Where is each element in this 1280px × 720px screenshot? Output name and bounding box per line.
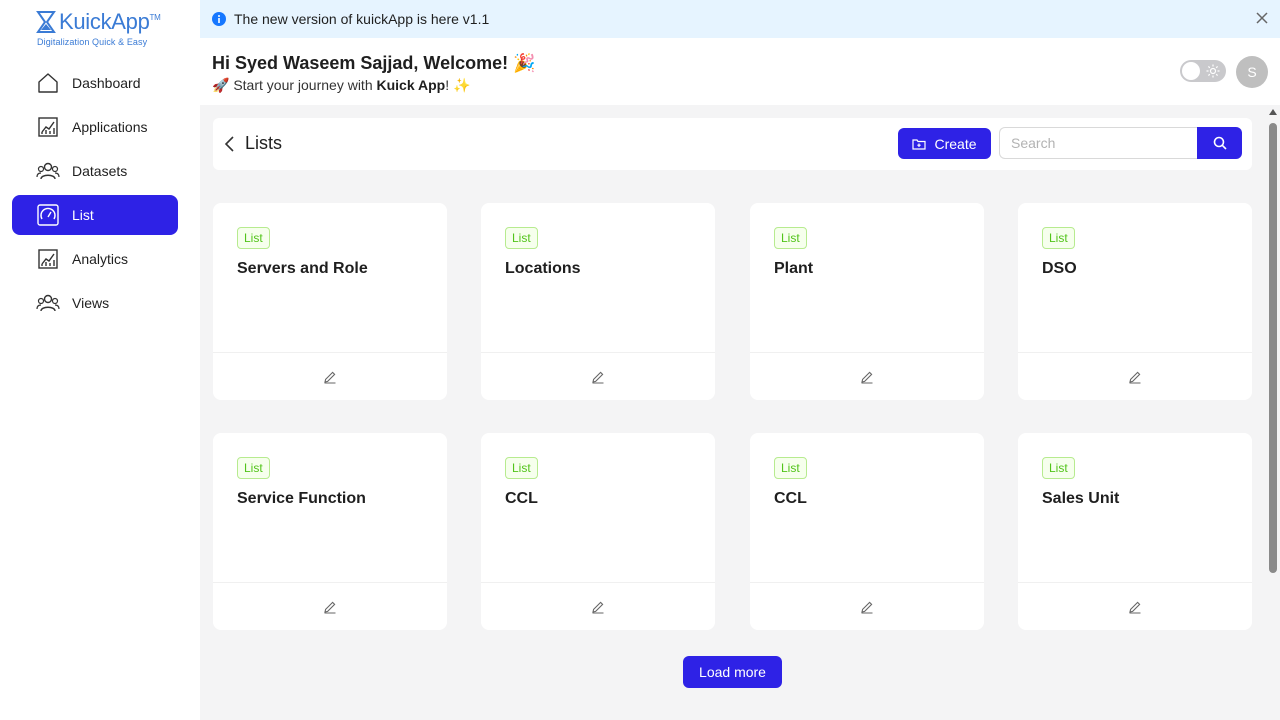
back-arrow-icon[interactable] — [223, 135, 237, 153]
list-tag: List — [774, 227, 807, 249]
edit-icon[interactable] — [1128, 600, 1142, 614]
list-card[interactable]: List Sales Unit — [1018, 433, 1252, 630]
create-label: Create — [934, 135, 977, 152]
list-tag: List — [237, 227, 270, 249]
card-footer — [481, 352, 715, 400]
chart-icon — [36, 115, 60, 139]
create-button[interactable]: Create — [898, 128, 991, 159]
list-card[interactable]: List CCL — [481, 433, 715, 630]
users-icon — [36, 291, 60, 315]
list-tag: List — [1042, 227, 1075, 249]
edit-icon[interactable] — [1128, 370, 1142, 384]
gauge-icon — [36, 203, 60, 227]
welcome-heading: Hi Syed Waseem Sajjad, Welcome! 🎉 — [212, 53, 536, 73]
list-card[interactable]: List CCL — [750, 433, 984, 630]
card-footer — [750, 582, 984, 630]
page-header: Hi Syed Waseem Sajjad, Welcome! 🎉 🚀 Star… — [200, 38, 1280, 105]
card-footer — [1018, 582, 1252, 630]
sidebar-nav: Dashboard Applications Datasets List Ana… — [12, 63, 178, 327]
sidebar-item-list[interactable]: List — [12, 195, 178, 235]
list-tag: List — [1042, 457, 1075, 479]
avatar[interactable]: S — [1236, 56, 1268, 88]
logo-name: KuickAppTM — [59, 9, 161, 34]
list-card[interactable]: List Service Function — [213, 433, 447, 630]
sidebar-item-label: List — [72, 207, 94, 223]
list-tag: List — [505, 227, 538, 249]
card-title: Locations — [505, 260, 581, 277]
sidebar-item-applications[interactable]: Applications — [12, 107, 178, 147]
toggle-knob — [1182, 62, 1200, 80]
list-tag: List — [505, 457, 538, 479]
sidebar-item-label: Views — [72, 295, 110, 311]
sidebar-item-label: Datasets — [72, 163, 128, 179]
sidebar-item-analytics[interactable]: Analytics — [12, 239, 178, 279]
scrollbar-thumb[interactable] — [1269, 123, 1277, 573]
card-footer — [1018, 352, 1252, 400]
search-input[interactable] — [999, 127, 1197, 159]
folder-add-icon — [912, 138, 927, 150]
sidebar: KuickAppTM Digitalization Quick & Easy D… — [0, 0, 200, 720]
users-icon — [36, 159, 60, 183]
sidebar-item-label: Applications — [72, 119, 148, 135]
card-title: Plant — [774, 260, 814, 277]
logo[interactable]: KuickAppTM Digitalization Quick & Easy — [36, 9, 166, 49]
list-card[interactable]: List Locations — [481, 203, 715, 400]
edit-icon[interactable] — [323, 600, 337, 614]
announcement-banner: The new version of kuickApp is here v1.1 — [200, 0, 1280, 38]
welcome-subtitle: 🚀 Start your journey with Kuick App! ✨ — [212, 77, 471, 93]
list-tag: List — [237, 457, 270, 479]
card-title: DSO — [1042, 260, 1077, 277]
close-icon[interactable] — [1256, 12, 1268, 24]
banner-text: The new version of kuickApp is here v1.1 — [234, 11, 490, 27]
sidebar-item-datasets[interactable]: Datasets — [12, 151, 178, 191]
home-icon — [36, 71, 60, 95]
sidebar-item-views[interactable]: Views — [12, 283, 178, 323]
card-footer — [481, 582, 715, 630]
scroll-up-arrow-icon[interactable] — [1269, 109, 1277, 115]
card-footer — [750, 352, 984, 400]
list-card[interactable]: List Servers and Role — [213, 203, 447, 400]
card-title: CCL — [774, 490, 807, 507]
card-footer — [213, 352, 447, 400]
info-icon — [212, 12, 226, 26]
sidebar-item-label: Dashboard — [72, 75, 141, 91]
page-title: Lists — [245, 133, 283, 153]
lists-toolbar: Lists Create — [213, 118, 1252, 170]
card-title: Service Function — [237, 490, 366, 507]
list-tag: List — [774, 457, 807, 479]
logo-tagline: Digitalization Quick & Easy — [37, 37, 148, 47]
card-title: CCL — [505, 490, 538, 507]
edit-icon[interactable] — [591, 370, 605, 384]
edit-icon[interactable] — [591, 600, 605, 614]
edit-icon[interactable] — [860, 600, 874, 614]
sun-icon — [1206, 64, 1220, 78]
list-card[interactable]: List Plant — [750, 203, 984, 400]
list-card[interactable]: List DSO — [1018, 203, 1252, 400]
sidebar-item-label: Analytics — [72, 251, 129, 267]
sidebar-item-dashboard[interactable]: Dashboard — [12, 63, 178, 103]
card-title: Servers and Role — [237, 260, 368, 277]
edit-icon[interactable] — [323, 370, 337, 384]
card-footer — [213, 582, 447, 630]
card-title: Sales Unit — [1042, 490, 1120, 507]
search-button[interactable] — [1197, 127, 1242, 159]
load-more-button[interactable]: Load more — [683, 656, 782, 688]
scrollbar[interactable] — [1266, 105, 1280, 720]
theme-toggle[interactable] — [1180, 60, 1226, 82]
chart-icon — [36, 247, 60, 271]
search-icon — [1213, 136, 1227, 150]
hourglass-logo-icon — [36, 11, 56, 33]
edit-icon[interactable] — [860, 370, 874, 384]
